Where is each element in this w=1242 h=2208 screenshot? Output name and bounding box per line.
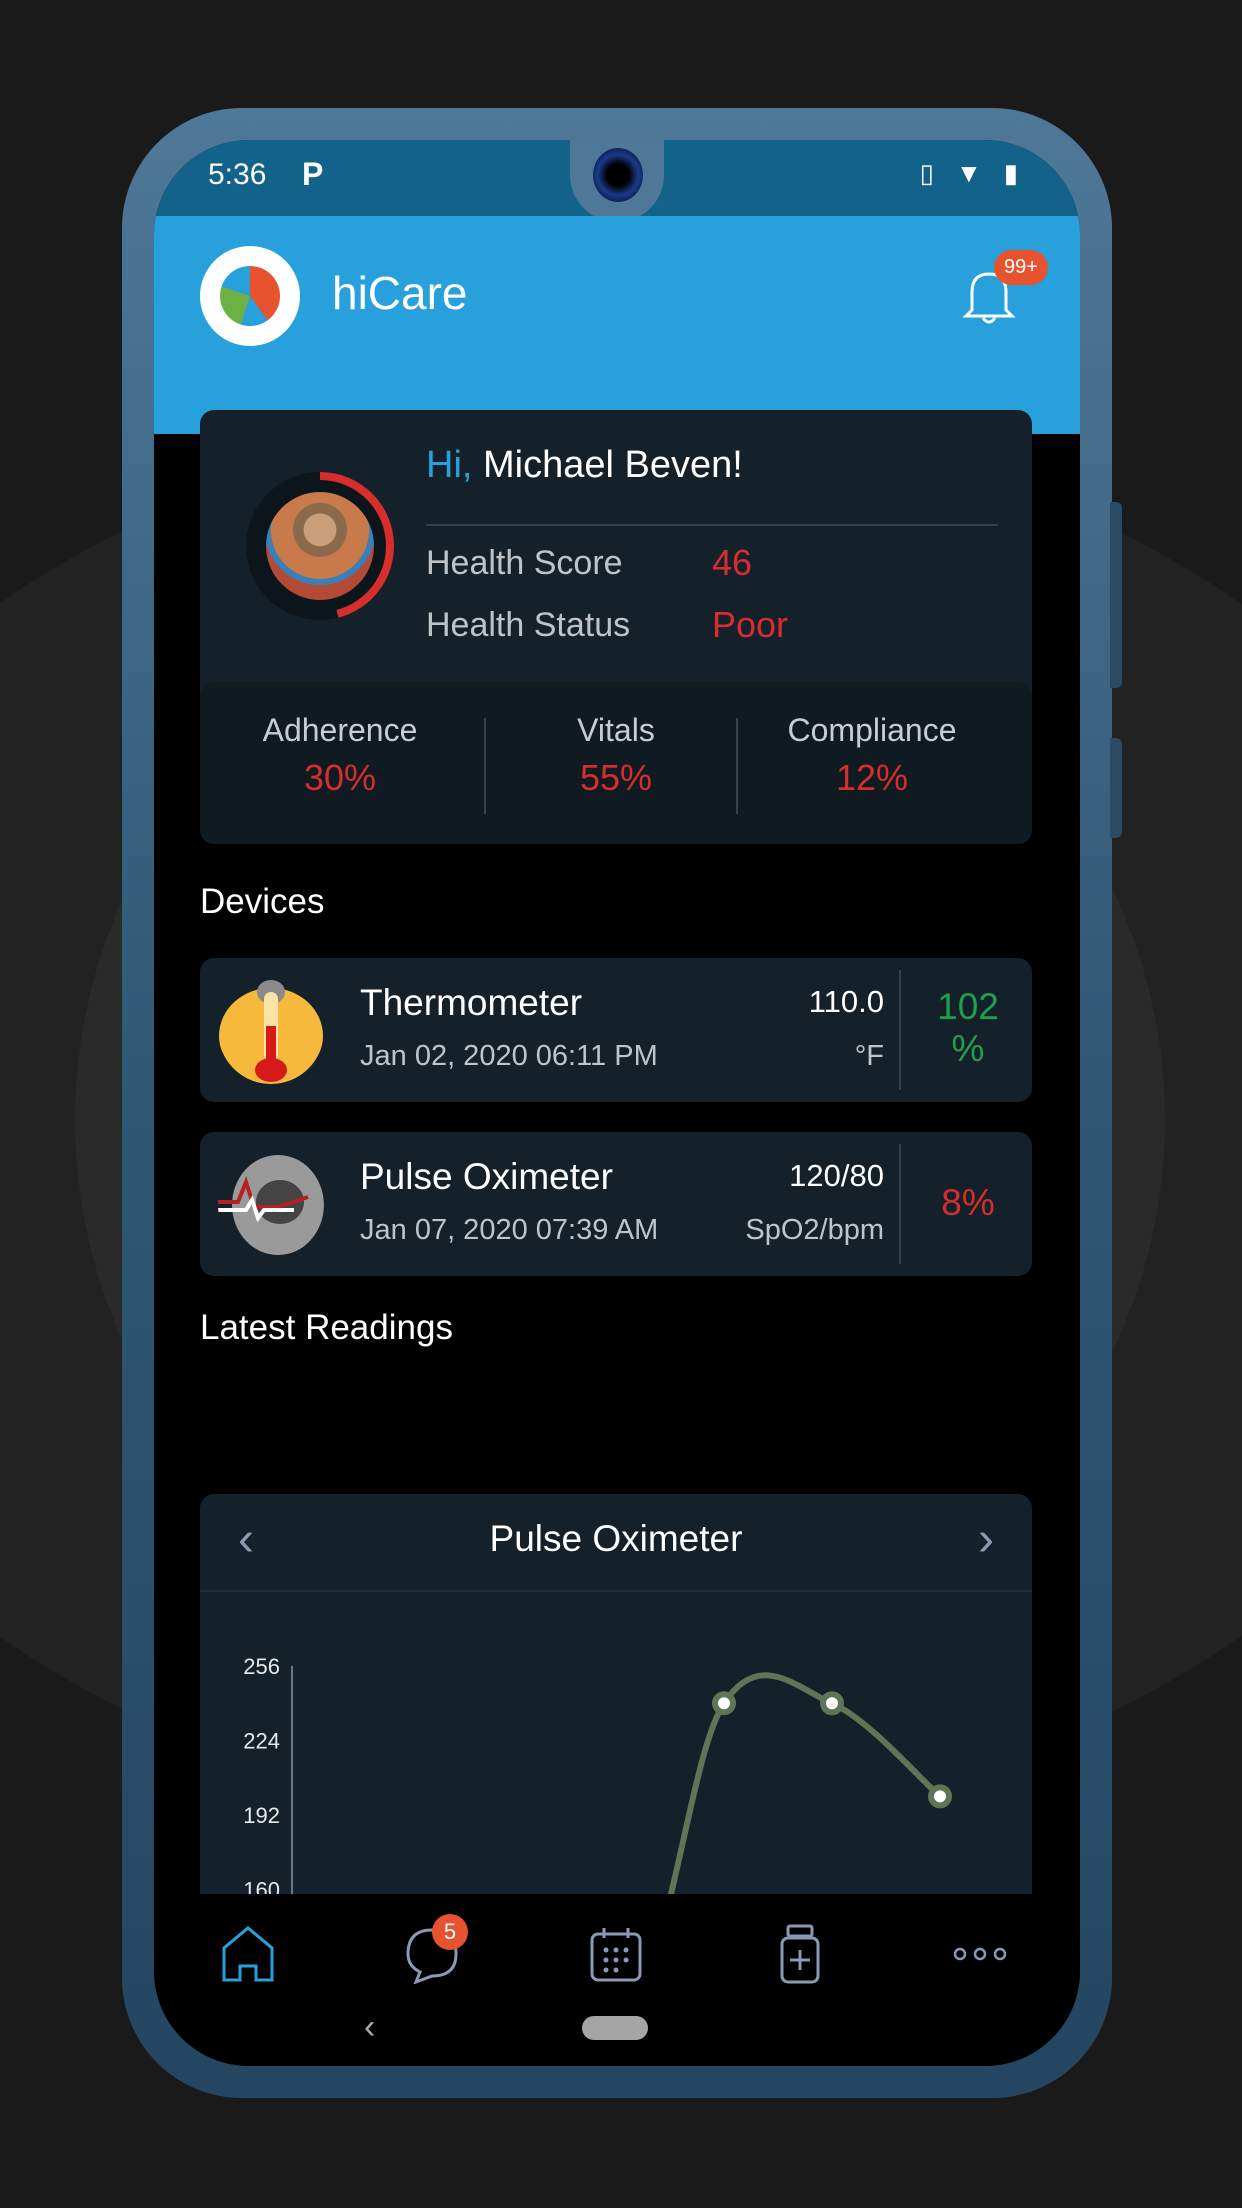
battery-charging-icon: ▮: [1003, 158, 1018, 188]
calendar-icon[interactable]: [586, 1924, 646, 1984]
health-status-label: Health Status: [426, 606, 631, 644]
device-name: Pulse Oximeter: [360, 1156, 613, 1197]
metric-value: 12%: [835, 757, 909, 798]
health-status-value: Poor: [712, 604, 789, 645]
greeting-hi: Hi,: [426, 444, 473, 486]
parking-p-icon: P: [302, 156, 324, 192]
health-score-ring: [246, 472, 394, 620]
health-score-value: 46: [712, 542, 753, 583]
front-camera: [593, 148, 643, 202]
vibrate-icon: ▯: [919, 158, 934, 188]
chevron-right-icon[interactable]: ›: [978, 1512, 994, 1567]
thermometer-icon: [219, 980, 323, 1084]
device-unit: SpO2/bpm: [745, 1214, 884, 1246]
notification-badge: 99+: [994, 250, 1048, 285]
series-green-point: [820, 1691, 844, 1716]
device-percent: 8%: [904, 1182, 1032, 1224]
greeting: Hi, Michael Beven!: [426, 444, 743, 487]
app-title: hiCare: [332, 267, 468, 319]
health-score-label: Health Score: [426, 544, 623, 582]
avatar[interactable]: [266, 492, 374, 600]
bottom-nav: 5: [154, 1894, 1080, 2066]
user-name: Michael Beven!: [483, 444, 743, 486]
series-green-point: [928, 1784, 952, 1809]
status-time: 5:36: [208, 158, 267, 191]
metric-compliance[interactable]: Compliance 12%: [734, 712, 1010, 799]
devices-heading: Devices: [200, 882, 325, 921]
device-percent: 102 %: [904, 986, 1032, 1070]
readings-header: ‹ Pulse Oximeter ›: [200, 1494, 1032, 1592]
profile-card: Hi, Michael Beven! Health Score 46 Healt…: [200, 410, 1032, 844]
series-green-point: [712, 1691, 736, 1716]
device-date: Jan 07, 2020 07:39 AM: [360, 1214, 659, 1246]
device-card-pulse-oximeter[interactable]: Pulse Oximeter Jan 07, 2020 07:39 AM 120…: [200, 1132, 1032, 1276]
pulse-oximeter-icon: [218, 1155, 324, 1255]
medication-icon[interactable]: [770, 1924, 830, 1984]
device-date: Jan 02, 2020 06:11 PM: [360, 1040, 658, 1072]
device-value: 110.0: [808, 984, 884, 1019]
metric-adherence[interactable]: Adherence 30%: [202, 712, 478, 799]
divider: [899, 970, 901, 1090]
y-tick-label: 192: [243, 1803, 280, 1828]
screen: 5:36 P ▯ ▼ ▮ hiCare 99+ Hi, Michael Beve…: [154, 140, 1080, 2066]
metric-value: 55%: [579, 757, 653, 798]
readings-device-title: Pulse Oximeter: [489, 1518, 743, 1559]
metric-vitals[interactable]: Vitals 55%: [478, 712, 754, 799]
divider: [426, 524, 998, 526]
system-back-button[interactable]: ‹: [364, 2008, 375, 2047]
latest-readings-heading: Latest Readings: [200, 1308, 453, 1347]
device-value: 120/80: [789, 1158, 884, 1193]
metric-label: Vitals: [577, 712, 655, 748]
system-home-button[interactable]: [582, 2016, 648, 2040]
device-name: Thermometer: [360, 982, 583, 1023]
metric-label: Compliance: [787, 712, 957, 748]
metric-label: Adherence: [262, 712, 418, 748]
divider: [899, 1144, 901, 1264]
phone-frame: 5:36 P ▯ ▼ ▮ hiCare 99+ Hi, Michael Beve…: [122, 108, 1122, 2098]
power-button: [1110, 738, 1122, 838]
hicare-logo: [200, 246, 300, 346]
y-tick-label: 224: [243, 1728, 280, 1753]
device-unit: °F: [854, 1040, 884, 1072]
device-percent-unit: %: [951, 1028, 985, 1069]
metric-value: 30%: [303, 757, 377, 798]
wifi-icon: ▼: [955, 158, 982, 188]
device-percent-value: 102: [937, 986, 999, 1027]
messages-badge: 5: [432, 1914, 468, 1950]
home-icon[interactable]: [218, 1924, 278, 1984]
app-bar: hiCare 99+: [154, 216, 1080, 434]
device-card-thermometer[interactable]: Thermometer Jan 02, 2020 06:11 PM 110.0 …: [200, 958, 1032, 1102]
device-percent-value: 8%: [941, 1182, 995, 1223]
metrics-panel: Adherence 30% Vitals 55% Compliance 12%: [200, 682, 1032, 844]
y-tick-label: 256: [243, 1654, 280, 1679]
volume-button: [1110, 502, 1122, 688]
more-icon[interactable]: [950, 1924, 1010, 1984]
